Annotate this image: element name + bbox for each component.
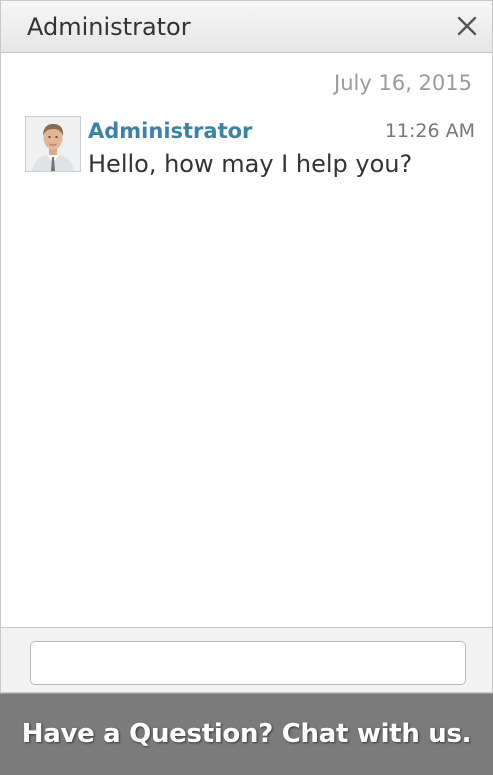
message-text: Hello, how may I help you? bbox=[88, 150, 413, 178]
close-button[interactable] bbox=[452, 11, 482, 41]
chat-header: Administrator bbox=[1, 1, 492, 53]
message-item: Administrator 11:26 AM Hello, how may I … bbox=[25, 116, 475, 186]
user-avatar-photo bbox=[26, 117, 80, 171]
header-title: Administrator bbox=[27, 13, 191, 41]
message-time: 11:26 AM bbox=[384, 120, 475, 142]
message-list[interactable]: July 16, 2015 Administrator 11:26 AM Hel… bbox=[1, 54, 492, 627]
chat-banner-label: Have a Question? Chat with us. bbox=[21, 719, 472, 749]
message-sender: Administrator bbox=[88, 119, 253, 143]
conversation-date: July 16, 2015 bbox=[334, 71, 472, 95]
composer-area bbox=[1, 627, 492, 692]
chat-window: Administrator July 16, 2015 Administrato… bbox=[0, 0, 493, 693]
avatar bbox=[25, 116, 81, 172]
chat-launcher-banner[interactable]: Have a Question? Chat with us. bbox=[0, 693, 493, 775]
close-icon bbox=[457, 16, 477, 36]
message-input[interactable] bbox=[30, 641, 466, 685]
